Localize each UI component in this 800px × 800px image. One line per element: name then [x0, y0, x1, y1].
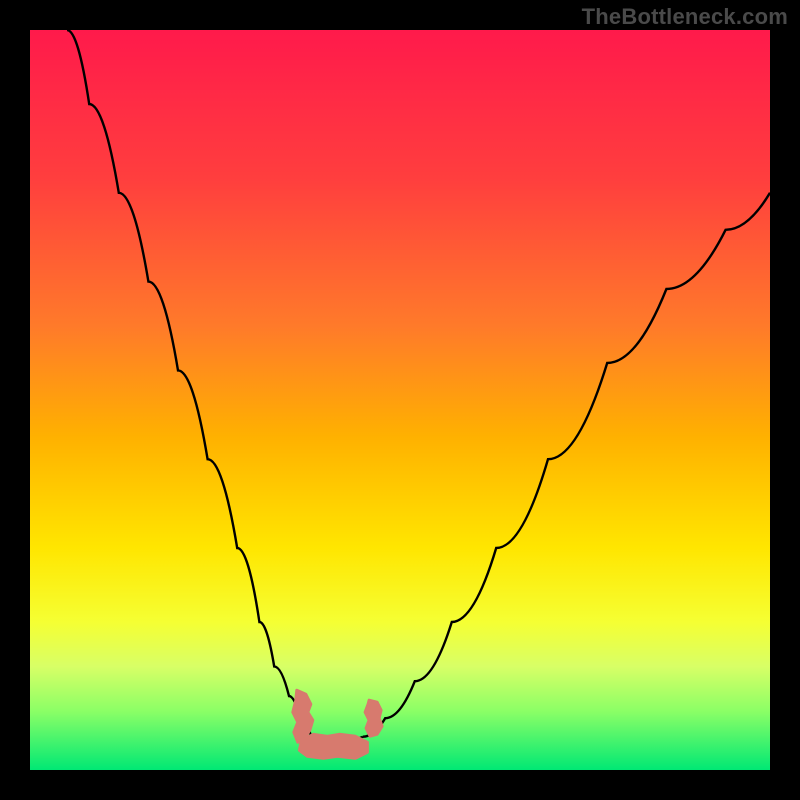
chart-frame: TheBottleneck.com: [0, 0, 800, 800]
gradient-background: [30, 30, 770, 770]
chart-svg: [30, 30, 770, 770]
watermark-text: TheBottleneck.com: [582, 4, 788, 30]
marker-right: [365, 700, 382, 736]
plot-area: [30, 30, 770, 770]
marker-floor: [299, 734, 367, 758]
